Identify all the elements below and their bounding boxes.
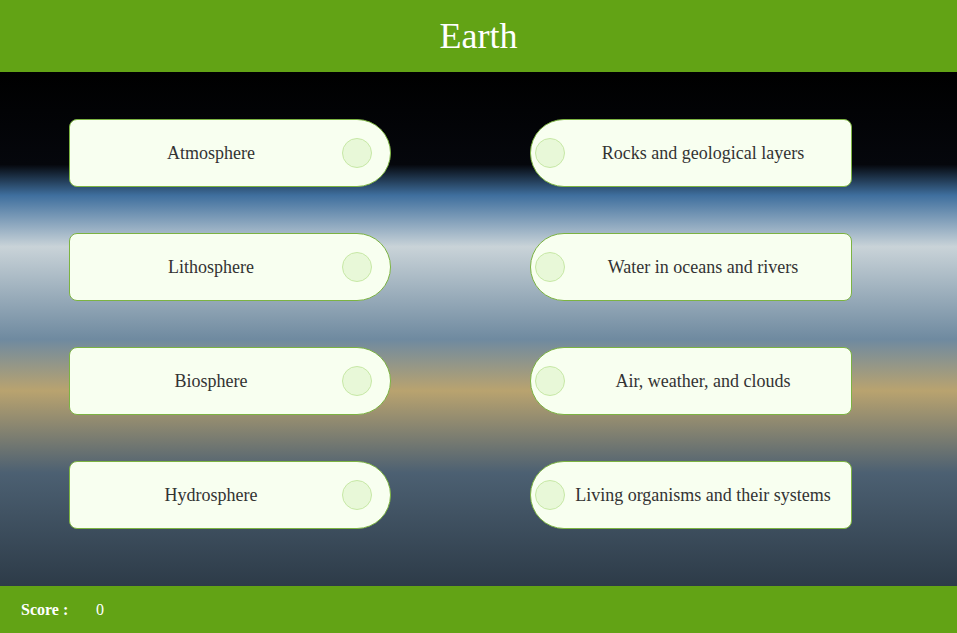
- term-card[interactable]: Lithosphere: [69, 233, 391, 301]
- header: Earth: [0, 0, 957, 72]
- match-board: Atmosphere Rocks and geological layers Lit…: [69, 119, 851, 529]
- page-title: Earth: [440, 15, 518, 57]
- definition-label: Water in oceans and rivers: [565, 255, 841, 279]
- definition-card[interactable]: Water in oceans and rivers: [530, 233, 852, 301]
- definition-card[interactable]: Rocks and geological layers: [530, 119, 852, 187]
- definition-label: Air, weather, and clouds: [565, 369, 841, 393]
- term-card[interactable]: Atmosphere: [69, 119, 391, 187]
- score-label: Score :: [21, 601, 96, 619]
- connector-dot[interactable]: [535, 480, 565, 510]
- term-card[interactable]: Hydrosphere: [69, 461, 391, 529]
- definition-label: Rocks and geological layers: [565, 141, 841, 165]
- connector-dot[interactable]: [535, 366, 565, 396]
- connector-dot[interactable]: [342, 252, 372, 282]
- score-bar: Score :0: [0, 586, 957, 633]
- term-label: Hydrosphere: [80, 483, 342, 507]
- connector-dot[interactable]: [342, 480, 372, 510]
- connector-dot[interactable]: [535, 252, 565, 282]
- definition-card[interactable]: Air, weather, and clouds: [530, 347, 852, 415]
- term-label: Atmosphere: [80, 141, 342, 165]
- definition-label: Living organisms and their systems: [565, 483, 841, 507]
- connector-dot[interactable]: [535, 138, 565, 168]
- connector-dot[interactable]: [342, 366, 372, 396]
- score-value: 0: [96, 601, 104, 619]
- definition-card[interactable]: Living organisms and their systems: [530, 461, 852, 529]
- term-label: Lithosphere: [80, 255, 342, 279]
- connector-dot[interactable]: [342, 138, 372, 168]
- term-label: Biosphere: [80, 369, 342, 393]
- term-card[interactable]: Biosphere: [69, 347, 391, 415]
- game-board-background: Atmosphere Rocks and geological layers Lit…: [0, 72, 957, 586]
